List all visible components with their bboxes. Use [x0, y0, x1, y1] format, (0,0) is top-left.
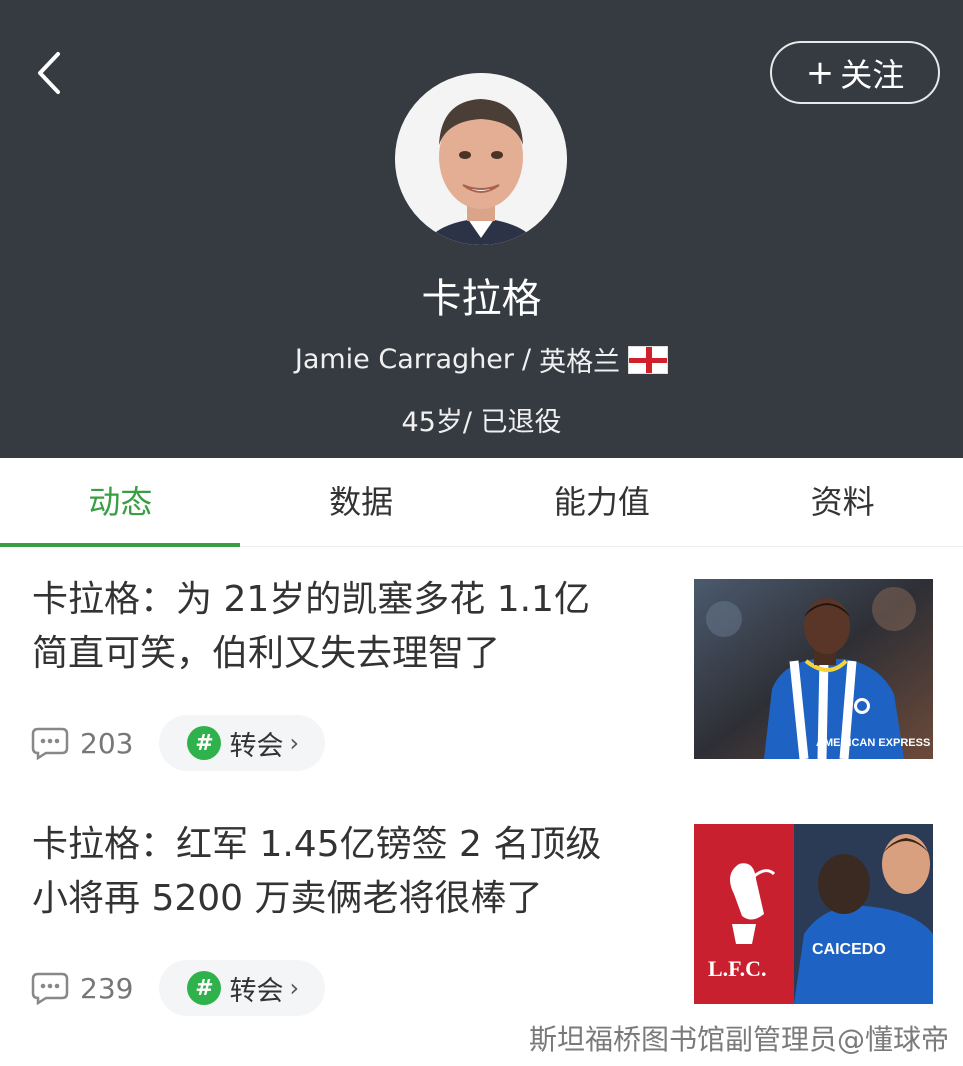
follow-button[interactable]: + 关注: [770, 41, 940, 104]
hash-icon: #: [187, 971, 222, 1005]
article-title[interactable]: 卡拉格：红军 1.45亿镑签 2 名顶级 小将再 5200 万卖俩老将很棒了: [32, 818, 672, 926]
profile-header: + 关注 卡拉格 Jamie Carragher / 英格兰 45岁/ 已退役: [0, 0, 963, 458]
tab-bar: 动态 数据 能力值 资料: [0, 458, 963, 547]
lfc-logo-text: L.F.C.: [708, 956, 766, 981]
comment-count[interactable]: 203: [30, 726, 133, 760]
article-title-line: 小将再 5200 万卖俩老将很棒了: [32, 878, 543, 919]
tab-ability[interactable]: 能力值: [482, 458, 723, 546]
player-subtitle: Jamie Carragher / 英格兰: [0, 340, 963, 379]
watermark: 斯坦福桥图书馆副管理员@懂球帝: [528, 1023, 949, 1056]
english-name: Jamie Carragher: [294, 344, 515, 375]
article-thumbnail[interactable]: AMERICAN EXPRESS: [694, 579, 933, 759]
plus-icon: +: [805, 52, 835, 93]
tab-stats[interactable]: 数据: [241, 458, 482, 546]
separator: /: [522, 344, 532, 375]
england-flag-icon: [628, 345, 669, 374]
article-title[interactable]: 卡拉格：为 21岁的凯塞多花 1.1亿 简直可笑，伯利又失去理智了: [32, 573, 672, 681]
article-title-line: 简直可笑，伯利又失去理智了: [32, 633, 501, 674]
article-meta: 239 # 转会 ›: [30, 960, 326, 1016]
back-arrow-icon[interactable]: [30, 48, 70, 98]
sponsor-text: AMERICAN EXPRESS: [816, 737, 930, 749]
chevron-right-icon: ›: [289, 729, 300, 757]
age-status: 45岁/ 已退役: [401, 407, 562, 438]
tab-profile[interactable]: 资料: [722, 458, 963, 546]
player-name: 卡拉格: [421, 276, 542, 322]
topic-tag[interactable]: # 转会 ›: [159, 960, 326, 1016]
tab-dynamics[interactable]: 动态: [0, 458, 241, 547]
topic-tag-label: 转会: [229, 975, 284, 1007]
hash-icon: #: [187, 726, 222, 760]
article-title-line: 卡拉格：红军 1.45亿镑签 2 名顶级: [32, 824, 602, 865]
comment-count[interactable]: 239: [30, 971, 133, 1005]
article-item[interactable]: 卡拉格：为 21岁的凯塞多花 1.1亿 简直可笑，伯利又失去理智了 203 # …: [0, 573, 963, 771]
comment-count-value: 203: [80, 726, 134, 760]
article-thumbnail[interactable]: L.F.C. CAICEDO: [694, 824, 933, 1004]
player-avatar: [395, 73, 567, 245]
topic-tag-label: 转会: [229, 730, 284, 762]
jersey-name-text: CAICEDO: [812, 941, 886, 958]
topic-tag[interactable]: # 转会 ›: [159, 715, 326, 771]
nationality: 英格兰: [539, 347, 621, 378]
article-title-line: 卡拉格：为 21岁的凯塞多花 1.1亿: [32, 579, 590, 620]
chevron-right-icon: ›: [289, 974, 300, 1002]
article-item[interactable]: 卡拉格：红军 1.45亿镑签 2 名顶级 小将再 5200 万卖俩老将很棒了 2…: [0, 818, 963, 1016]
comment-count-value: 239: [80, 971, 134, 1005]
follow-label: 关注: [840, 55, 905, 94]
article-meta: 203 # 转会 ›: [30, 715, 326, 771]
comment-bubble-icon: [31, 727, 69, 760]
comment-bubble-icon: [31, 972, 69, 1005]
